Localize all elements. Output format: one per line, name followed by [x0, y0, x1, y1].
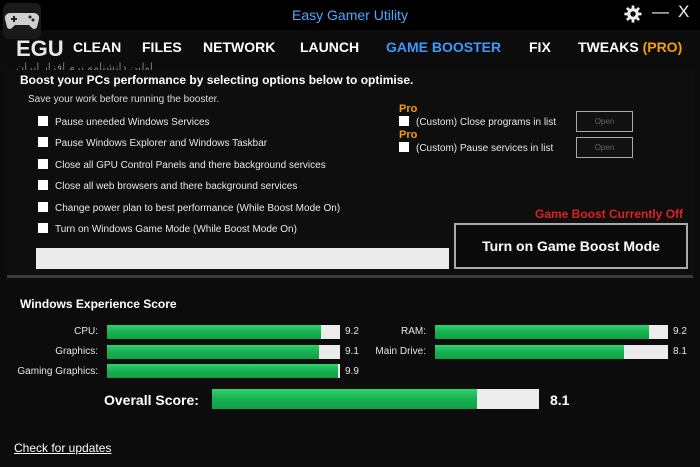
option-game-mode[interactable]: Turn on Windows Game Mode (While Boost M…: [38, 223, 297, 235]
option-power-plan[interactable]: Change power plan to best performance (W…: [38, 202, 340, 214]
option-label: Pause Windows Explorer and Windows Taskb…: [55, 138, 268, 149]
score-fill: [107, 325, 322, 339]
option-custom-close-programs[interactable]: (Custom) Close programs in list: [399, 116, 556, 128]
score-value-main-drive: 8.1: [673, 346, 687, 357]
pro-badge: (PRO): [642, 39, 683, 55]
boost-progress-bar: [36, 248, 449, 269]
overall-score-value: 8.1: [550, 392, 570, 408]
booster-subheading: Save your work before running the booste…: [28, 94, 220, 105]
option-custom-pause-services[interactable]: (Custom) Pause services in list: [399, 142, 553, 154]
tab-game-booster[interactable]: GAME BOOSTER: [386, 39, 501, 55]
option-pause-explorer[interactable]: Pause Windows Explorer and Windows Taskb…: [38, 137, 267, 149]
option-label: (Custom) Pause services in list: [416, 143, 554, 154]
checkbox[interactable]: [38, 137, 48, 147]
checkbox[interactable]: [38, 202, 48, 212]
overall-score-fill: [212, 389, 477, 409]
tab-files[interactable]: FILES: [142, 39, 182, 55]
tab-tweaks[interactable]: TWEAKS (PRO): [578, 39, 682, 55]
checkbox[interactable]: [399, 142, 409, 152]
open-services-list-button[interactable]: Open: [576, 137, 633, 158]
pro-tag: Pro: [399, 129, 418, 141]
score-bar-graphics: [107, 345, 340, 359]
gear-icon[interactable]: [624, 5, 642, 23]
score-value-gaming-graphics: 9.9: [345, 366, 359, 377]
score-bar-gaming-graphics: [107, 364, 340, 378]
score-fill: [435, 325, 650, 339]
score-value-ram: 9.2: [673, 326, 687, 337]
tab-network[interactable]: NETWORK: [203, 39, 275, 55]
checkbox[interactable]: [38, 159, 48, 169]
option-label: Turn on Windows Game Mode (While Boost M…: [55, 224, 297, 235]
close-button[interactable]: X: [678, 2, 689, 22]
overall-score-bar: [212, 389, 539, 409]
score-fill: [435, 345, 624, 359]
score-label-cpu: CPU:: [74, 326, 98, 337]
tab-tweaks-label: TWEAKS: [578, 39, 639, 55]
option-label: (Custom) Close programs in list: [416, 117, 557, 128]
option-close-gpu-panels[interactable]: Close all GPU Control Panels and there b…: [38, 159, 326, 171]
check-updates-link[interactable]: Check for updates: [14, 441, 111, 455]
option-label: Change power plan to best performance (W…: [55, 203, 341, 214]
score-bar-main-drive: [435, 345, 668, 359]
checkbox[interactable]: [38, 116, 48, 126]
checkbox[interactable]: [38, 223, 48, 233]
score-fill: [107, 345, 320, 359]
checkbox[interactable]: [38, 180, 48, 190]
score-label-graphics: Graphics:: [55, 346, 98, 357]
score-label-gaming-graphics: Gaming Graphics:: [17, 366, 98, 377]
booster-heading: Boost your PCs performance by selecting …: [20, 73, 414, 87]
score-fill: [107, 364, 338, 378]
tab-launch[interactable]: LAUNCH: [300, 39, 359, 55]
scores-heading: Windows Experience Score: [20, 297, 177, 311]
checkbox[interactable]: [399, 116, 409, 126]
tab-fix[interactable]: FIX: [529, 39, 551, 55]
minimize-button[interactable]: —: [652, 2, 669, 22]
score-label-main-drive: Main Drive:: [375, 346, 426, 357]
score-bar-ram: [435, 325, 668, 339]
boost-status: Game Boost Currently Off: [535, 207, 684, 221]
score-bar-cpu: [107, 325, 340, 339]
pro-tag: Pro: [399, 103, 418, 115]
option-label: Close all web browsers and there backgro…: [55, 181, 298, 192]
window-title: Easy Gamer Utility: [292, 7, 408, 23]
logo-text: EGU: [16, 36, 64, 61]
main-nav: EGU CLEAN FILES NETWORK LAUNCH GAME BOOS…: [0, 36, 700, 61]
tab-clean[interactable]: CLEAN: [73, 39, 121, 55]
score-label-ram: RAM:: [401, 326, 426, 337]
option-label: Close all GPU Control Panels and there b…: [55, 160, 326, 171]
game-boost-button[interactable]: Turn on Game Boost Mode: [454, 223, 688, 269]
option-pause-services[interactable]: Pause uneeded Windows Services: [38, 116, 210, 128]
open-programs-list-button[interactable]: Open: [576, 111, 633, 132]
overall-score-label: Overall Score:: [104, 392, 199, 408]
option-label: Pause uneeded Windows Services: [55, 117, 210, 128]
option-close-browsers[interactable]: Close all web browsers and there backgro…: [38, 180, 297, 192]
